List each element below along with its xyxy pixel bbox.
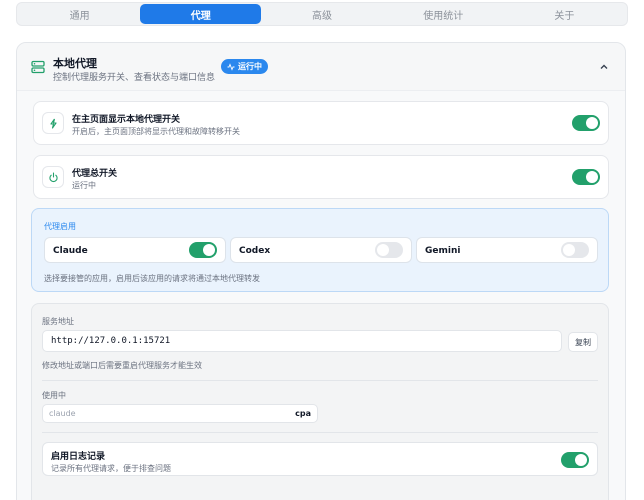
proxy-apps-title: 代理启用 (44, 222, 76, 231)
master-switch-row: 代理总开关 运行中 (33, 155, 609, 199)
logging-row: 启用日志记录 记录所有代理请求，便于排查问题 (42, 442, 598, 476)
master-switch-title: 代理总开关 (72, 169, 118, 179)
proxy-apps-panel: 代理启用 Claude Codex Gemini 选择要接管的应用，启用后该应用… (31, 208, 609, 292)
tab-usage-stats[interactable]: 使用统计 (383, 4, 504, 24)
status-badge: 运行中 (221, 59, 268, 74)
in-use-tag: cpa (295, 409, 311, 418)
local-proxy-subtitle: 控制代理服务开关、查看状态与端口信息 (53, 73, 216, 83)
copy-button[interactable]: 复制 (568, 332, 598, 352)
divider (42, 432, 598, 433)
local-proxy-card: 本地代理 控制代理服务开关、查看状态与端口信息 运行中 在主页面显示本地代理开关… (16, 42, 626, 500)
server-icon (31, 60, 45, 74)
status-badge-label: 运行中 (238, 62, 262, 71)
master-switch-subtitle: 运行中 (72, 181, 96, 190)
app-gemini-toggle[interactable] (561, 242, 589, 258)
tab-proxy[interactable]: 代理 (140, 4, 262, 24)
app-gemini: Gemini (416, 237, 598, 263)
app-codex-toggle[interactable] (375, 242, 403, 258)
tab-about[interactable]: 关于 (504, 4, 625, 24)
app-claude-toggle[interactable] (189, 242, 217, 258)
show-toggle-subtitle: 开启后，主页面顶部将显示代理和故障转移开关 (72, 127, 240, 136)
master-switch-toggle[interactable] (572, 169, 600, 185)
logging-toggle[interactable] (561, 452, 589, 468)
divider (42, 380, 598, 381)
chevron-up-icon[interactable] (599, 62, 609, 72)
logging-title: 启用日志记录 (51, 452, 106, 462)
show-toggle-title: 在主页面显示本地代理开关 (72, 115, 181, 125)
show-proxy-toggle[interactable] (572, 115, 600, 131)
address-label: 服务地址 (42, 317, 74, 326)
app-claude: Claude (44, 237, 226, 263)
app-gemini-label: Gemini (425, 246, 461, 256)
in-use-label: 使用中 (42, 391, 66, 400)
settings-tabbar: 通用 代理 高级 使用统计 关于 (16, 2, 628, 26)
local-proxy-title: 本地代理 (53, 57, 97, 70)
app-codex-label: Codex (239, 246, 271, 256)
address-field[interactable]: http://127.0.0.1:15721 (42, 330, 562, 352)
tab-general[interactable]: 通用 (19, 4, 140, 24)
address-note: 修改地址或端口后需要重启代理服务才能生效 (42, 361, 202, 370)
logging-subtitle: 记录所有代理请求，便于排查问题 (51, 464, 171, 473)
in-use-input: claude (49, 409, 76, 418)
local-proxy-header[interactable]: 本地代理 控制代理服务开关、查看状态与端口信息 运行中 (17, 43, 625, 91)
tab-advanced[interactable]: 高级 (261, 4, 382, 24)
app-codex: Codex (230, 237, 412, 263)
in-use-field[interactable]: claude cpa (42, 404, 318, 423)
app-claude-label: Claude (53, 246, 88, 256)
service-panel: 服务地址 http://127.0.0.1:15721 复制 修改地址或端口后需… (31, 303, 609, 500)
proxy-apps-note: 选择要接管的应用，启用后该应用的请求将通过本地代理转发 (44, 274, 260, 283)
lightning-icon (42, 112, 64, 134)
show-proxy-toggle-row: 在主页面显示本地代理开关 开启后，主页面顶部将显示代理和故障转移开关 (33, 101, 609, 145)
activity-icon (227, 62, 235, 71)
power-icon (42, 166, 64, 188)
